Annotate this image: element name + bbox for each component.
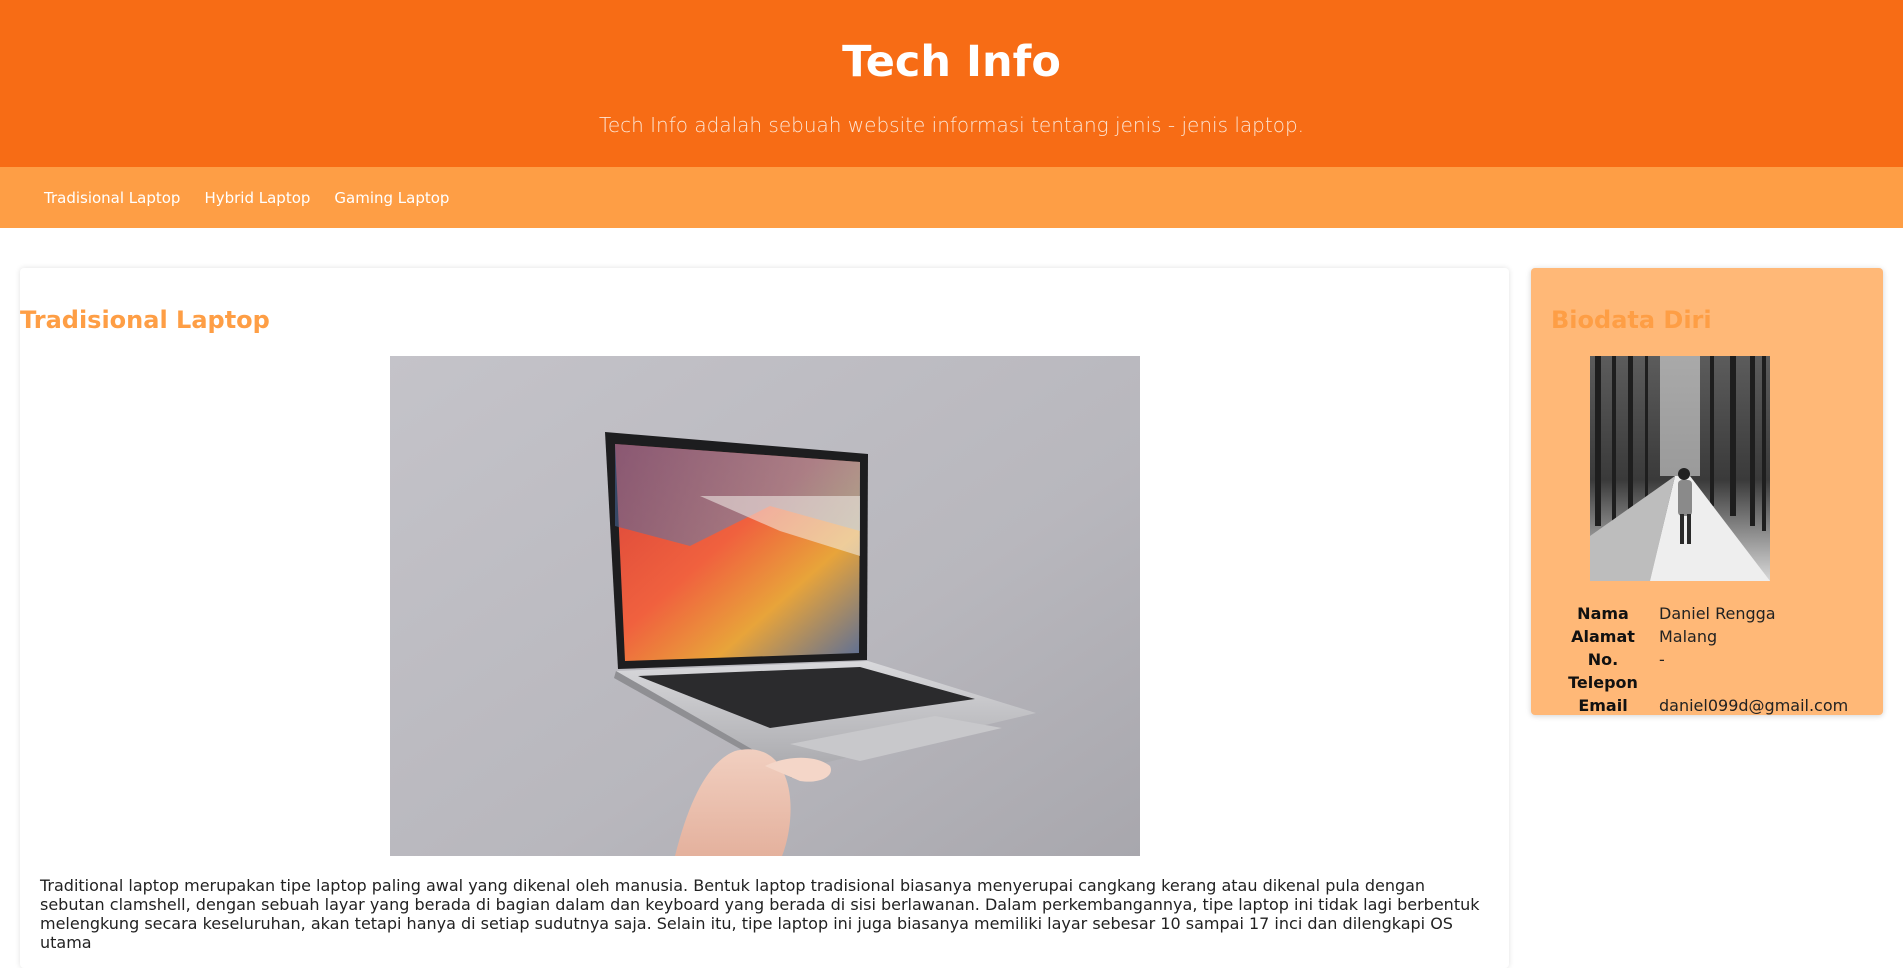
biodata-key: Email [1578, 696, 1628, 715]
biodata-value: - [1659, 650, 1665, 669]
site-title: Tech Info [842, 37, 1061, 87]
main-nav: Tradisional Laptop Hybrid Laptop Gaming … [0, 167, 1903, 228]
site-header: Tech Info Tech Info adalah sebuah websit… [0, 0, 1903, 167]
article-paragraph: Traditional laptop merupakan tipe laptop… [40, 876, 1480, 952]
biodata-table: Nama Daniel Rengga Alamat Malang No. Tel… [1551, 602, 1848, 717]
biodata-value: Daniel Rengga [1659, 604, 1776, 623]
biodata-title: Biodata Diri [1551, 306, 1712, 334]
site-tagline: Tech Info adalah sebuah website informas… [599, 113, 1304, 137]
biodata-row: Email daniel099d@gmail.com [1551, 694, 1848, 717]
biodata-row: No. Telepon - [1551, 648, 1848, 694]
profile-photo [1590, 356, 1770, 581]
biodata-key: Nama [1577, 604, 1629, 623]
biodata-value: Malang [1659, 627, 1718, 646]
nav-link-tradisional-laptop[interactable]: Tradisional Laptop [44, 189, 180, 207]
laptop-photo [390, 356, 1140, 856]
biodata-key: Alamat [1571, 627, 1635, 646]
biodata-row: Alamat Malang [1551, 625, 1848, 648]
biodata-value: daniel099d@gmail.com [1659, 696, 1849, 715]
article-title: Tradisional Laptop [20, 306, 270, 334]
nav-link-hybrid-laptop[interactable]: Hybrid Laptop [204, 189, 310, 207]
biodata-row: Nama Daniel Rengga [1551, 602, 1848, 625]
biodata-key: No. Telepon [1568, 650, 1638, 692]
nav-link-gaming-laptop[interactable]: Gaming Laptop [334, 189, 449, 207]
